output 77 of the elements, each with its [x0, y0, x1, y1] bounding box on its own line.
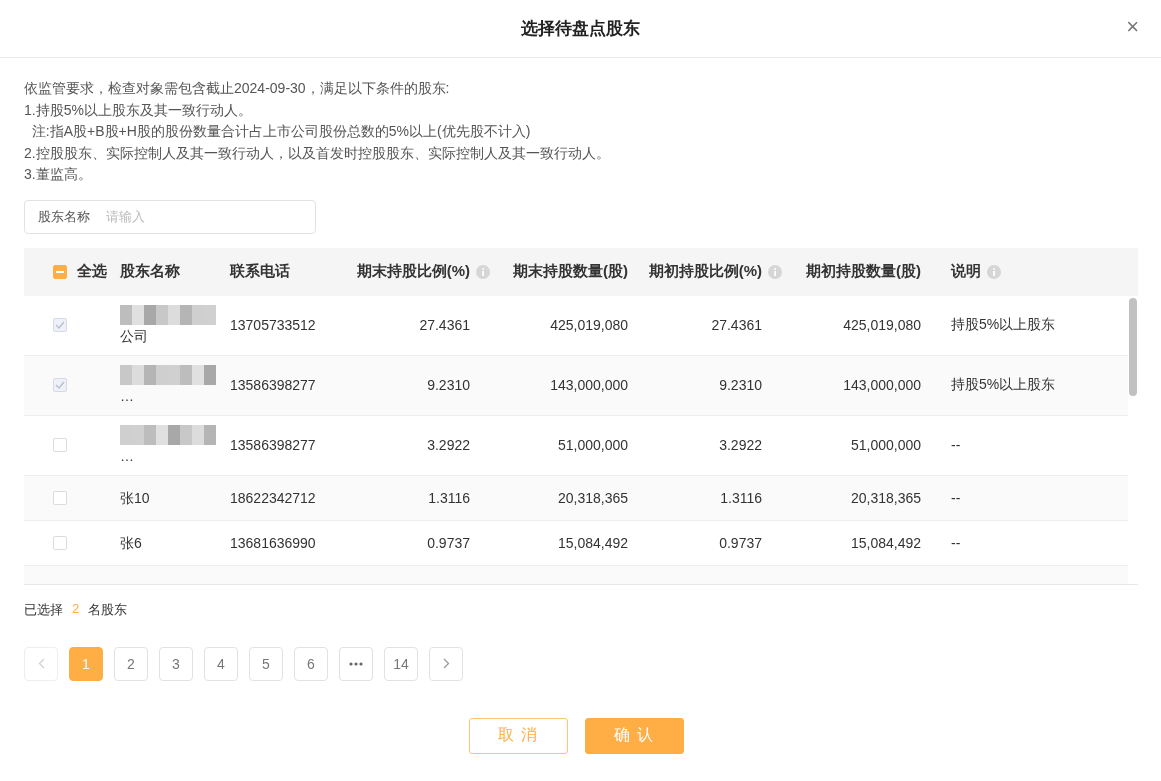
table-cell: 0.9737 — [427, 534, 470, 551]
dialog-title: 选择待盘点股东 — [521, 18, 640, 40]
column-header: 期初持股比例(%) — [648, 262, 762, 281]
table-cell: -- — [951, 437, 961, 453]
page-button[interactable]: 14 — [384, 646, 418, 681]
column-header: 说明 — [951, 262, 981, 281]
table-cell: 3.2922 — [719, 437, 762, 453]
table-cell: 持股5%以上股东 — [951, 376, 1056, 394]
table-cell: 15,084,492 — [557, 534, 628, 551]
table-cell: 20,318,365 — [850, 489, 921, 506]
notice-text: 1.持股5%以上股东及其一致行动人。 — [24, 100, 253, 120]
table-cell: -- — [951, 534, 961, 551]
table-cell: 13586398277 — [230, 377, 316, 393]
table-cell: 425,019,080 — [550, 317, 628, 333]
selection-count: 2 — [72, 600, 80, 618]
info-icon[interactable] — [476, 264, 490, 279]
table-cell: 425,019,080 — [843, 317, 921, 333]
column-header: 联系电话 — [230, 262, 290, 281]
table-cell: -- — [951, 489, 961, 506]
table-cell: 9.2310 — [719, 377, 762, 393]
page-button[interactable]: 2 — [114, 646, 148, 681]
notice-text: 2.控股股东、实际控制人及其一致行动人，以及首发时控股股东、实际控制人及其一致行动人。 — [24, 143, 611, 163]
row-checkbox[interactable] — [53, 318, 67, 332]
row-checkbox[interactable] — [53, 378, 67, 392]
notice-text: 3.董监高。 — [24, 165, 93, 184]
page-button[interactable]: 4 — [204, 646, 238, 681]
search-field[interactable]: 股东名称 请输入 — [24, 199, 316, 234]
field-label: 股东名称 — [38, 207, 90, 226]
ellipsis-icon — [349, 661, 363, 666]
table-cell: 15,084,492 — [850, 534, 921, 551]
more-pages-button[interactable] — [339, 646, 373, 681]
page-button[interactable]: 5 — [249, 646, 283, 681]
table-cell: 1.3116 — [720, 489, 762, 506]
table-cell: 0.9737 — [719, 534, 762, 551]
table-cell: 9.2310 — [427, 377, 470, 393]
selection-label: 已选择 — [24, 600, 63, 619]
row-checkbox[interactable] — [53, 438, 67, 452]
table-cell: 13681636990 — [230, 534, 316, 551]
select-all-checkbox[interactable] — [53, 264, 67, 279]
page-button[interactable]: 6 — [294, 646, 328, 681]
table-cell: 持股5%以上股东 — [951, 316, 1056, 334]
column-header: 股东名称 — [120, 262, 180, 281]
page-button[interactable]: 3 — [159, 646, 193, 681]
scrollbar-thumb[interactable] — [1129, 297, 1137, 396]
previous-page-button[interactable] — [24, 646, 58, 681]
close-button[interactable]: × — [1122, 14, 1143, 40]
table-cell: 143,000,000 — [550, 377, 628, 393]
table-cell: 1.3116 — [428, 489, 470, 506]
table-cell: 13586398277 — [230, 437, 316, 453]
table-cell: 3.2922 — [427, 437, 470, 453]
shareholder-name: 公司 — [120, 327, 148, 345]
column-header: 期初持股数量(股) — [806, 262, 921, 281]
table-cell: 20,318,365 — [557, 489, 628, 506]
shareholder-name: … — [120, 387, 134, 405]
row-checkbox[interactable] — [53, 535, 67, 550]
row-checkbox[interactable] — [53, 490, 67, 505]
table-cell: 51,000,000 — [557, 437, 628, 453]
table-cell: 13705733512 — [230, 317, 316, 333]
table-cell: 51,000,000 — [850, 437, 921, 453]
next-page-button[interactable] — [429, 646, 463, 681]
notice-text: 依监管要求，检查对象需包含截止2024-09-30，满足以下条件的股东: — [24, 79, 451, 98]
chevron-right-icon — [442, 658, 450, 669]
table-cell: 18622342712 — [230, 489, 316, 506]
shareholder-name: 张10 — [120, 488, 150, 507]
info-icon[interactable] — [987, 264, 1001, 279]
select-all-label: 全选 — [77, 262, 107, 281]
chevron-left-icon — [37, 658, 45, 669]
table-cell: 27.4361 — [711, 317, 762, 333]
selection-label: 名股东 — [88, 600, 128, 619]
table-cell: 27.4361 — [419, 317, 470, 333]
table-cell: 143,000,000 — [843, 377, 921, 393]
column-header: 期末持股数量(股) — [513, 262, 628, 281]
notice-text: 注:指A股+B股+H股的股份数量合计占上市公司股份总数的5%以上(优先股不计入) — [30, 122, 532, 141]
shareholder-name: 张6 — [120, 533, 142, 552]
column-header: 期末持股比例(%) — [356, 262, 470, 281]
shareholder-name: … — [120, 447, 134, 465]
info-icon[interactable] — [768, 264, 782, 279]
